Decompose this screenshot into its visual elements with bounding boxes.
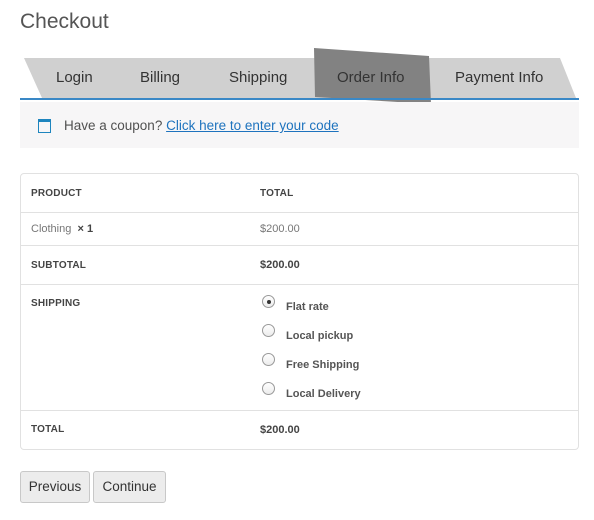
shipping-option-label: Local pickup: [286, 330, 354, 342]
table-row: SHIPPING Flat rate Local pickup Free Shi…: [21, 284, 578, 411]
shipping-option-label: Local Delivery: [286, 388, 361, 400]
checkout-tabs: Login Billing Shipping Order Info Paymen…: [20, 48, 579, 104]
tabs-underline: [20, 98, 579, 100]
header-total: TOTAL: [260, 188, 294, 199]
continue-button[interactable]: Continue: [93, 471, 166, 503]
table-row: Clothing × 1 $200.00: [21, 212, 578, 246]
table-row: SUBTOTAL $200.00: [21, 245, 578, 285]
subtotal-value: $200.00: [260, 259, 300, 271]
shipping-label: SHIPPING: [31, 298, 81, 309]
tab-payment-info[interactable]: Payment Info: [455, 69, 543, 86]
header-product: PRODUCT: [31, 188, 82, 199]
total-label: TOTAL: [31, 424, 65, 435]
tab-billing[interactable]: Billing: [140, 69, 180, 86]
radio-button[interactable]: [262, 353, 275, 366]
item-price: $200.00: [260, 223, 300, 235]
coupon-message: Have a coupon? Click here to enter your …: [64, 118, 339, 133]
product-qty: × 1: [77, 223, 94, 235]
window-icon: [38, 119, 51, 133]
radio-button[interactable]: [262, 324, 275, 337]
coupon-link[interactable]: Click here to enter your code: [166, 118, 339, 133]
item-name: Clothing × 1: [31, 223, 93, 235]
order-review-table: PRODUCT TOTAL Clothing × 1 $200.00 SUBTO…: [20, 173, 579, 450]
tab-shipping[interactable]: Shipping: [229, 69, 287, 86]
subtotal-label: SUBTOTAL: [31, 260, 87, 271]
tab-login[interactable]: Login: [56, 69, 93, 86]
radio-button[interactable]: [262, 382, 275, 395]
coupon-notice: Have a coupon? Click here to enter your …: [20, 102, 579, 148]
shipping-option-label: Free Shipping: [286, 359, 360, 371]
tab-order-info[interactable]: Order Info: [337, 69, 405, 86]
total-value: $200.00: [260, 424, 300, 436]
previous-button[interactable]: Previous: [20, 471, 90, 503]
table-row: TOTAL $200.00: [21, 410, 578, 450]
page-title: Checkout: [20, 10, 109, 33]
coupon-text: Have a coupon?: [64, 118, 163, 133]
product-name: Clothing: [31, 223, 72, 235]
radio-button[interactable]: [262, 295, 275, 308]
shipping-option-label: Flat rate: [286, 301, 329, 313]
